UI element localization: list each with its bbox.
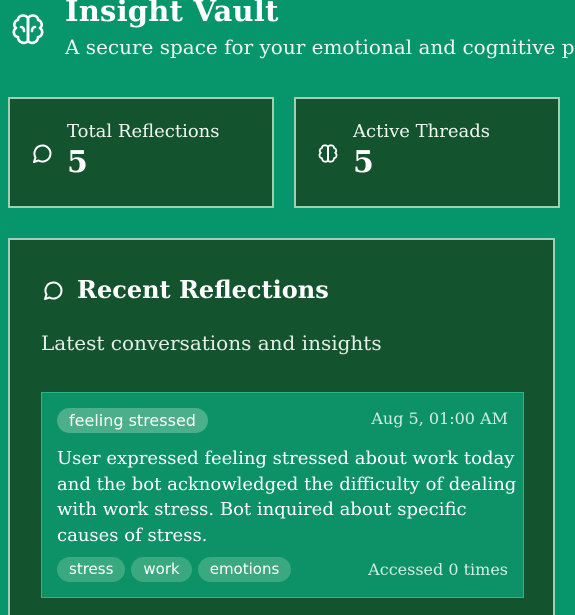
access-count: Accessed 0 times [368, 560, 508, 579]
stat-label: Total Reflections [67, 121, 220, 142]
app-subtitle: A secure space for your emotional and co… [65, 35, 575, 59]
reflection-card[interactable]: feeling stressed Aug 5, 01:00 AM User ex… [41, 392, 524, 598]
stat-value: 5 [353, 145, 374, 180]
message-circle-icon [41, 279, 65, 303]
brain-icon [316, 142, 340, 166]
section-title: Recent Reflections [77, 275, 329, 304]
stat-value: 5 [67, 145, 88, 180]
stat-card-total-reflections: Total Reflections 5 [8, 97, 274, 208]
stat-label: Active Threads [353, 121, 490, 142]
app-title: Insight Vault [65, 0, 279, 28]
section-subtitle: Latest conversations and insights [41, 331, 382, 355]
app-header: Insight Vault A secure space for your em… [0, 0, 575, 90]
brain-icon [8, 10, 48, 50]
message-circle-icon [30, 142, 54, 166]
topic-tag: feeling stressed [57, 408, 208, 433]
keyword-tags: stress work emotions [57, 557, 292, 582]
keyword-tag: emotions [197, 557, 292, 582]
timestamp: Aug 5, 01:00 AM [371, 409, 508, 428]
keyword-tag: work [131, 557, 192, 582]
recent-reflections-panel: Recent Reflections Latest conversations … [8, 238, 555, 615]
reflection-summary: User expressed feeling stressed about wo… [57, 448, 517, 546]
keyword-tag: stress [57, 557, 126, 582]
stat-card-active-threads: Active Threads 5 [294, 97, 560, 208]
